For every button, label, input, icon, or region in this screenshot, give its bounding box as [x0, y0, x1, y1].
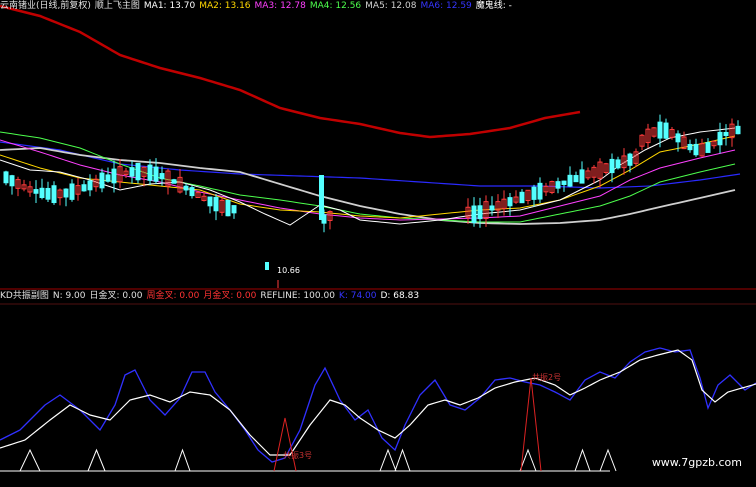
candle-body: [153, 166, 159, 182]
candle-body: [735, 125, 741, 135]
candle-body: [693, 143, 699, 156]
signal-triangle: [394, 448, 411, 472]
ma5-line: [0, 147, 736, 225]
day-cross-value: 日金叉: 0.00: [89, 291, 143, 301]
devil-line-label: 魔鬼线: -: [475, 1, 512, 11]
devil-line: [0, 4, 581, 139]
signal-triangle: [19, 448, 41, 472]
d-line: [0, 349, 756, 456]
candle-body: [507, 197, 513, 207]
signal-triangle: [379, 448, 397, 472]
refline-value: REFLINE: 100.00: [260, 291, 335, 301]
candle-body: [609, 158, 615, 174]
candle-body: [9, 175, 15, 187]
candle-body: [99, 172, 105, 189]
main-chart-header: 云南锗业(日线,前复权) 顺上飞主图 MA1: 13.70 MA2: 13.16 MA3…: [0, 1, 516, 12]
ma4-value: MA4: 12.56: [309, 1, 362, 11]
candle-body: [477, 205, 483, 220]
param-n: N: 9.00: [52, 291, 86, 301]
candle-body: [39, 187, 45, 199]
candle-body: [51, 185, 57, 204]
chart-canvas: [0, 4, 756, 472]
candle-body: [3, 171, 9, 184]
candle-body: [111, 168, 117, 184]
candle-body: [87, 180, 93, 191]
candle-body: [579, 169, 585, 184]
signal-triangle: [599, 448, 617, 472]
candle-body: [561, 180, 567, 185]
candle-body: [105, 174, 111, 182]
candle-body: [663, 122, 669, 139]
kd-sub-panel[interactable]: [0, 303, 756, 472]
candle-body: [45, 187, 51, 200]
sub-indicator-name: KD共振副图: [0, 291, 49, 301]
candle-body: [171, 179, 177, 184]
candle-body: [135, 162, 141, 181]
candle-body: [717, 131, 723, 146]
candle-body: [627, 153, 633, 166]
k-value: K: 74.00: [338, 291, 377, 301]
main-price-panel[interactable]: [0, 4, 756, 290]
candle-body: [189, 187, 195, 197]
k-line: [0, 347, 756, 463]
d-value: D: 68.83: [380, 291, 420, 301]
signal-triangle: [87, 448, 106, 472]
candle-body: [69, 183, 75, 200]
candle-body: [489, 205, 495, 211]
candle-body: [687, 143, 693, 151]
candle-body: [531, 186, 537, 200]
candle-body: [567, 174, 573, 187]
ma3-value: MA3: 12.78: [254, 1, 306, 11]
candle-body: [183, 185, 189, 191]
candle-body: [705, 142, 711, 153]
candle-body: [225, 199, 231, 217]
signal-triangle: [574, 448, 591, 472]
sub-chart-header: KD共振副图 N: 9.00 日金叉: 0.00 周金叉: 0.00 月金叉: 0.00…: [0, 291, 423, 302]
candle-body: [537, 182, 543, 200]
candle-body: [33, 189, 39, 194]
month-cross-value: 月金叉: 0.00: [203, 291, 257, 301]
stock-title: 云南锗业(日线,前复权): [0, 1, 91, 11]
candle-body: [265, 262, 269, 270]
candle-body: [573, 175, 579, 183]
candle-body: [471, 205, 477, 224]
ma5-value: MA5: 12.08: [365, 1, 417, 11]
week-cross-value: 周金叉: 0.00: [146, 291, 200, 301]
signal-label-1: 共振3号: [283, 451, 313, 460]
signal-label-2: 共振2号: [532, 373, 562, 382]
ma2-value: MA2: 13.16: [199, 1, 251, 11]
ma1-value: MA1: 13.70: [143, 1, 196, 11]
candle-body: [213, 196, 219, 212]
low-price-label: 10.66: [277, 266, 300, 275]
watermark: www.7gpzb.com: [651, 456, 742, 469]
candle-body: [319, 175, 324, 220]
candle-body: [63, 188, 69, 198]
candle-body: [615, 159, 621, 169]
candle-body: [147, 164, 153, 181]
candle-body: [519, 191, 525, 204]
candle-body: [555, 181, 561, 189]
ma6-value: MA6: 12.59: [420, 1, 472, 11]
candle-body: [159, 173, 165, 180]
candle-body: [81, 184, 87, 192]
candle-body: [657, 121, 663, 139]
candle-body: [675, 133, 681, 143]
candle-body: [723, 131, 729, 137]
candle-body: [207, 196, 213, 207]
candle-body: [231, 205, 237, 214]
indicator-name: 顺上飞主图: [94, 1, 140, 11]
signal-triangle: [174, 448, 191, 472]
candle-body: [129, 167, 135, 177]
